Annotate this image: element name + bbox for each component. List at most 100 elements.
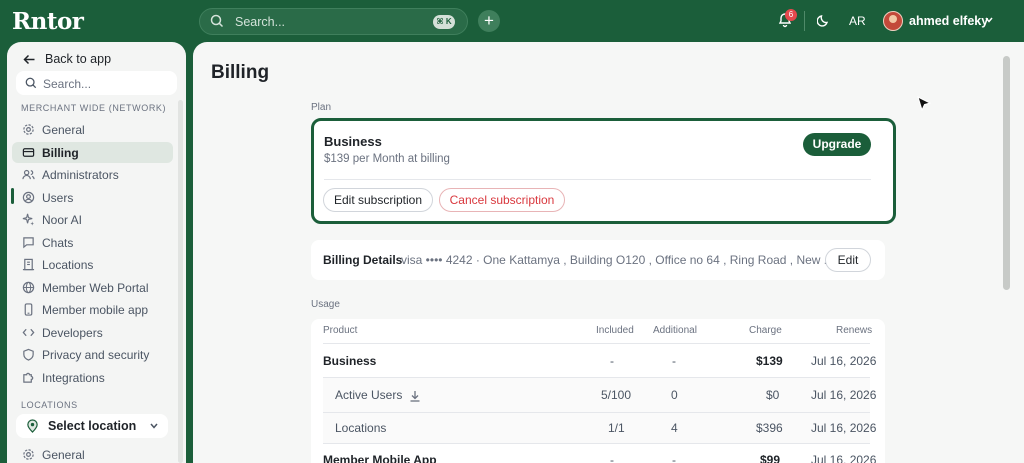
edit-billing-button[interactable]: Edit bbox=[825, 248, 871, 272]
sidebar-item-label: Developers bbox=[42, 326, 103, 340]
column-header-additional: Additional bbox=[653, 325, 697, 336]
sidebar-item-administrators[interactable]: Administrators bbox=[12, 164, 173, 185]
sidebar-item-label: Member Web Portal bbox=[42, 281, 149, 295]
search-shortcut-badge: ⌘ K bbox=[433, 15, 455, 29]
sidebar-item-label: Chats bbox=[42, 236, 74, 250]
usage-table: Product Included Additional Charge Renew… bbox=[311, 319, 885, 463]
sidebar-item-billing[interactable]: Billing bbox=[12, 142, 173, 163]
sidebar-item-noor-ai[interactable]: Noor AI bbox=[12, 209, 173, 230]
sidebar-item-privacy-and-security[interactable]: Privacy and security bbox=[12, 344, 173, 365]
map-pin-icon bbox=[27, 419, 38, 433]
usage-section-label: Usage bbox=[311, 299, 340, 310]
cell-renews: Jul 16, 2026 bbox=[811, 421, 877, 435]
arrow-left-icon bbox=[23, 54, 35, 65]
back-to-app-label: Back to app bbox=[45, 52, 112, 66]
cell-product: Member Mobile App bbox=[323, 453, 437, 463]
cell-product: Active Users bbox=[335, 388, 403, 402]
table-row: Locations 1/1 4 $396 Jul 16, 2026 bbox=[323, 412, 876, 443]
sidebar-search-placeholder: Search... bbox=[43, 77, 92, 91]
sidebar-item-member-mobile-app[interactable]: Member mobile app bbox=[12, 299, 173, 320]
chevron-down-icon bbox=[150, 423, 158, 429]
plan-card: Business $139 per Month at billing Upgra… bbox=[311, 118, 896, 224]
sidebar-item-location-general[interactable]: General bbox=[12, 444, 173, 463]
column-header-renews: Renews bbox=[836, 325, 873, 336]
plan-name: Business bbox=[324, 134, 382, 149]
sidebar-item-integrations[interactable]: Integrations bbox=[12, 367, 173, 388]
table-row: Active Users 5/100 0 $0 Jul 16, 2026 bbox=[323, 377, 876, 412]
cell-included: - bbox=[610, 453, 614, 463]
location-select-label: Select location bbox=[48, 419, 137, 433]
cancel-subscription-button[interactable]: Cancel subscription bbox=[439, 188, 565, 212]
sidebar-item-chats[interactable]: Chats bbox=[12, 232, 173, 253]
sidebar-item-label: Users bbox=[42, 191, 74, 205]
sparkle-icon bbox=[22, 213, 35, 226]
plan-divider bbox=[324, 179, 871, 180]
cell-additional: - bbox=[672, 453, 676, 463]
cell-additional: 4 bbox=[671, 421, 678, 435]
cell-charge: $0 bbox=[766, 388, 780, 402]
logo[interactable]: Rntor bbox=[12, 8, 84, 35]
cell-included: 1/1 bbox=[608, 421, 625, 435]
sidebar-item-label: Billing bbox=[42, 146, 79, 160]
cell-product: Locations bbox=[335, 421, 387, 435]
user-circle-icon bbox=[22, 191, 35, 204]
avatar[interactable] bbox=[883, 11, 903, 31]
sidebar-item-label: Noor AI bbox=[42, 213, 83, 227]
topbar-divider bbox=[804, 11, 805, 31]
billing-details-info: visa •••• 4242 · One Kattamya , Building… bbox=[401, 253, 834, 267]
cell-charge: $139 bbox=[756, 354, 783, 368]
page-title: Billing bbox=[211, 62, 270, 83]
sidebar-item-label: General bbox=[42, 123, 85, 137]
sidebar-scrollbar[interactable] bbox=[178, 100, 183, 463]
top-bar: Rntor Search... ⌘ K + 6 AR ahmed elfeky bbox=[0, 0, 1024, 42]
globe-icon bbox=[22, 281, 35, 294]
dark-mode-toggle-icon[interactable] bbox=[817, 13, 831, 27]
people-icon bbox=[22, 169, 35, 180]
gear-icon bbox=[23, 124, 34, 135]
sidebar-item-label: Member mobile app bbox=[42, 303, 149, 317]
global-search-input[interactable]: Search... ⌘ K bbox=[199, 8, 468, 35]
settings-sidebar: Back to app Search... MERCHANT WIDE (NET… bbox=[7, 42, 186, 463]
cell-additional: 0 bbox=[671, 388, 678, 402]
table-row: Member Mobile App - - $99 Jul 16, 2026 bbox=[323, 443, 876, 463]
cell-renews: Jul 16, 2026 bbox=[811, 354, 877, 368]
plan-section-label: Plan bbox=[311, 102, 332, 113]
language-switch[interactable]: AR bbox=[849, 14, 866, 28]
sidebar-item-label: Integrations bbox=[42, 371, 105, 385]
download-icon[interactable] bbox=[409, 390, 421, 402]
column-header-charge: Charge bbox=[749, 325, 782, 336]
sidebar-item-label: Privacy and security bbox=[42, 348, 150, 362]
billing-main: Billing Plan Business $139 per Month at … bbox=[193, 42, 1024, 463]
sidebar-item-users[interactable]: Users bbox=[12, 187, 173, 208]
cell-charge: $99 bbox=[760, 453, 781, 463]
search-placeholder: Search... bbox=[235, 15, 286, 29]
sidebar-item-member-web-portal[interactable]: Member Web Portal bbox=[12, 277, 173, 298]
cell-product: Business bbox=[323, 354, 377, 368]
cell-charge: $396 bbox=[756, 421, 783, 435]
chat-icon bbox=[23, 237, 34, 249]
location-select[interactable]: Select location bbox=[16, 414, 168, 438]
column-header-included: Included bbox=[596, 325, 634, 336]
user-name[interactable]: ahmed elfeky bbox=[909, 14, 988, 28]
mouse-cursor-icon bbox=[917, 96, 931, 112]
add-button[interactable]: + bbox=[478, 10, 500, 32]
cell-included: 5/100 bbox=[601, 388, 632, 402]
column-header-product: Product bbox=[323, 325, 358, 336]
upgrade-button[interactable]: Upgrade bbox=[803, 133, 871, 156]
search-icon bbox=[25, 77, 37, 89]
chevron-down-icon[interactable] bbox=[984, 15, 994, 25]
sidebar-item-developers[interactable]: Developers bbox=[12, 322, 173, 343]
cell-renews: Jul 16, 2026 bbox=[811, 388, 877, 402]
notification-badge: 6 bbox=[785, 9, 797, 21]
billing-details-title: Billing Details bbox=[323, 253, 403, 267]
card-icon bbox=[22, 148, 35, 157]
main-scrollbar[interactable] bbox=[1003, 56, 1010, 290]
sidebar-item-label: General bbox=[42, 448, 85, 462]
sidebar-item-locations[interactable]: Locations bbox=[12, 254, 173, 275]
billing-details-card: Billing Details visa •••• 4242 · One Kat… bbox=[311, 240, 885, 280]
phone-icon bbox=[24, 303, 33, 316]
sidebar-item-general[interactable]: General bbox=[12, 119, 173, 140]
edit-subscription-button[interactable]: Edit subscription bbox=[323, 188, 433, 212]
section-title-locations: LOCATIONS bbox=[21, 400, 78, 410]
sidebar-search-input[interactable]: Search... bbox=[16, 71, 177, 95]
